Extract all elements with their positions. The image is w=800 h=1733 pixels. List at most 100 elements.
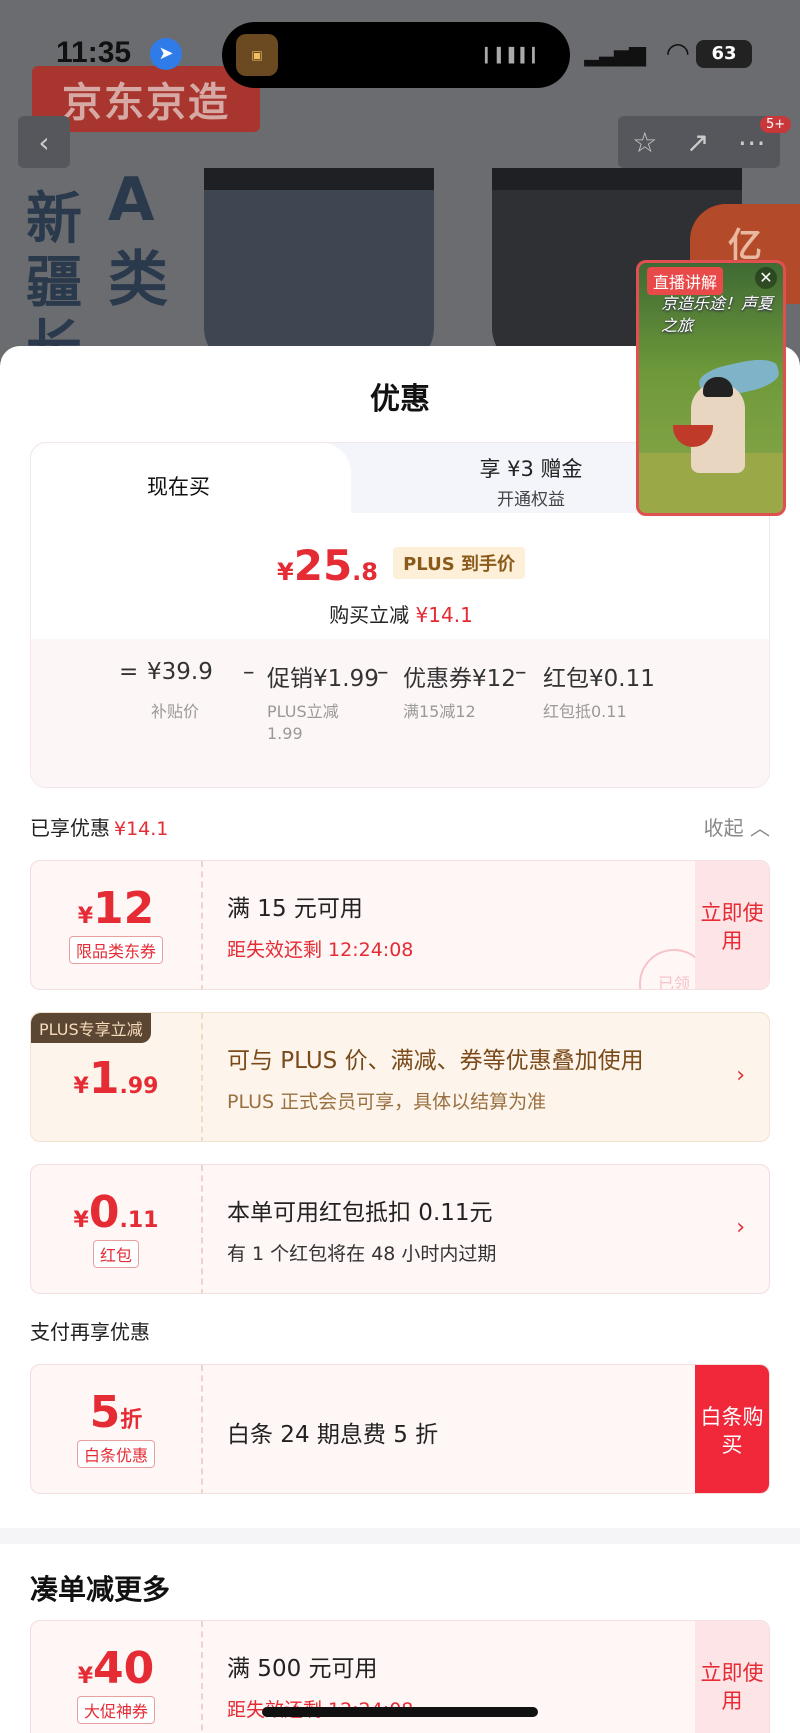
bd-coupon-sub: 满15减12 [403,702,476,721]
coupon-divider [201,1165,203,1293]
coupon-divider [201,1365,203,1493]
coupon-hongbao-desc: 本单可用红包抵扣 0.11元 [227,1200,493,1226]
app-thumbnail-icon: ▣ [236,34,278,76]
status-bar: 11:35 ➤ ▣ ▎▍▌▍▎ ▂▃▅▆ ◠ 63 [0,0,800,100]
star-icon[interactable]: ☆ [632,126,657,159]
coupon-promo-tag: 大促神券 [76,1696,155,1724]
price-breakdown: = ¥39.9 – 促销¥1.99 – 优惠券¥12 – 红包¥0.11 补贴价… [31,639,769,787]
bd-coupon: 优惠券¥12 [403,666,516,692]
coupon-hongbao-value: ¥0.11 红包 [31,1165,201,1293]
home-indicator[interactable] [262,1707,538,1717]
coupon-jd: ¥12 限品类东券 满 15 元可用 距失效还剩 12:24:08 已领 立即使… [30,860,770,990]
product-image-1 [204,168,434,360]
baitiao-amount: 5 [89,1387,121,1438]
coupon-plus-desc: 可与 PLUS 价、满减、券等优惠叠加使用 [227,1048,644,1074]
baitiao-tag: 白条优惠 [76,1440,155,1468]
reduce-amount: ¥14.1 [415,603,473,627]
dynamic-island: ▣ ▎▍▌▍▎ [222,22,570,88]
coupon-jd-tag: 限品类东券 [68,936,163,964]
coupon-plus-amount: 1 [88,1053,120,1104]
chevron-right-icon: › [736,1215,745,1240]
coupon-jd-value: ¥12 限品类东券 [31,861,201,989]
more-heading: 凑单减更多 [30,1573,171,1606]
final-price: ¥25.8 PLUS 到手价 [31,541,769,590]
baitiao-unit: 折 [120,1408,143,1433]
enjoyed-label: 已享优惠 [30,816,110,840]
coupon-jd-condition: 满 15 元可用 [227,896,363,922]
coupon-plus-dec: .99 [119,1074,159,1099]
status-time: 11:35 [56,36,132,69]
product-headline-1: 新疆长 [26,187,82,361]
coupon-divider [201,861,203,989]
use-now-button[interactable]: 立即使用 [695,1621,769,1733]
battery-level: 63 [696,40,752,68]
coupon-hongbao[interactable]: ¥0.11 红包 本单可用红包抵扣 0.11元 有 1 个红包将在 48 小时内… [30,1164,770,1294]
price-dec: .8 [352,558,378,586]
enjoyed-heading: 已享优惠 ¥14.1 [30,812,168,841]
coupon-hongbao-note: 有 1 个红包将在 48 小时内过期 [227,1243,497,1265]
baitiao-desc: 白条 24 期息费 5 折 [227,1422,439,1448]
bd-base: ¥39.9 [147,659,213,685]
live-stream-window[interactable]: 直播讲解 ✕ 京造乐途！声夏之旅 [636,260,786,516]
share-icon[interactable]: ↗ [686,126,709,159]
reduce-line: 购买立减 ¥14.1 [31,599,769,628]
coupon-promo-condition: 满 500 元可用 [227,1656,378,1682]
signal-icon: ▂▃▅▆ [584,42,646,67]
close-icon[interactable]: ✕ [755,267,777,289]
coupon-hongbao-amount: 0 [88,1187,120,1238]
location-icon: ➤ [150,38,182,70]
coupon-promo-value: ¥40 大促神券 [31,1621,201,1733]
tab-plus-sub: 开通权益 [497,490,565,510]
coupon-baitiao: 5折 白条优惠 白条 24 期息费 5 折 白条购买 [30,1364,770,1494]
live-tag: 直播讲解 [647,267,724,295]
coupon-plus-value: ¥1.99 [31,1013,201,1141]
bd-promo: 促销¥1.99 [267,666,379,692]
coupon-hongbao-tag: 红包 [92,1240,139,1268]
header-actions: ☆ ↗ ⋯ [618,116,780,168]
tab-plus-bonus[interactable]: 享 ¥3 赠金 开通权益 [431,453,631,510]
bd-eq: = [119,659,139,685]
coupon-promo-symbol: ¥ [77,1664,94,1689]
bd-base-sub: 补贴价 [151,702,200,721]
tab-plus-title: 享 ¥3 赠金 [479,457,583,481]
coupon-jd-amount: 12 [93,883,155,934]
chevron-right-icon: › [736,1063,745,1088]
chevron-left-icon: ‹ [38,125,50,159]
section-separator [0,1528,800,1544]
baitiao-value: 5折 白条优惠 [31,1365,201,1493]
coupon-plus-symbol: ¥ [73,1074,89,1099]
coupon-hongbao-dec: .11 [119,1208,159,1233]
wifi-icon: ◠ [665,36,690,69]
coupon-promo-amount: 40 [93,1643,155,1694]
price-int: 25 [293,541,353,590]
price-symbol: ¥ [277,558,294,586]
notification-badge: 5+ [760,116,792,133]
back-button[interactable]: ‹ [18,116,70,168]
collapse-button[interactable]: 收起 ︿ [704,812,770,841]
tab-buy-now-label: 现在买 [147,475,210,499]
plus-price-label: PLUS 到手价 [393,547,525,579]
coupon-divider [201,1013,203,1141]
bd-minus-1: – [243,659,255,685]
bd-minus-2: – [377,659,389,685]
product-headline-2: A类一 [108,165,168,360]
audio-wave-icon: ▎▍▌▍▎ [485,48,544,64]
coupon-jd-countdown: 距失效还剩 12:24:08 [227,939,414,961]
coupon-hongbao-symbol: ¥ [73,1208,89,1233]
coupon-plus-note: PLUS 正式会员可享，具体以结算为准 [227,1091,547,1113]
bd-hongbao: 红包¥0.11 [543,666,655,692]
tab-buy-now[interactable]: 现在买 [31,443,351,513]
bd-hongbao-sub: 红包抵0.11 [543,702,627,721]
use-now-button[interactable]: 立即使用 [695,861,769,989]
reduce-label: 购买立减 [329,603,410,627]
discount-sheet: 优惠 现在买 享 ¥3 赠金 开通权益 ¥25.8 PLUS 到手价 购买立减 … [0,346,800,1733]
bd-minus-3: – [515,659,527,685]
live-title: 京造乐途！声夏之旅 [661,294,774,335]
coupon-plus[interactable]: PLUS专享立减 ¥1.99 可与 PLUS 价、满减、券等优惠叠加使用 PLU… [30,1012,770,1142]
coupon-divider [201,1621,203,1733]
enjoyed-amount: ¥14.1 [114,818,169,840]
bd-promo-sub: PLUS立减 1.99 [267,702,339,743]
pay-heading: 支付再享优惠 [30,1320,150,1344]
coupon-jd-symbol: ¥ [77,904,94,929]
baitiao-buy-button[interactable]: 白条购买 [695,1365,769,1493]
